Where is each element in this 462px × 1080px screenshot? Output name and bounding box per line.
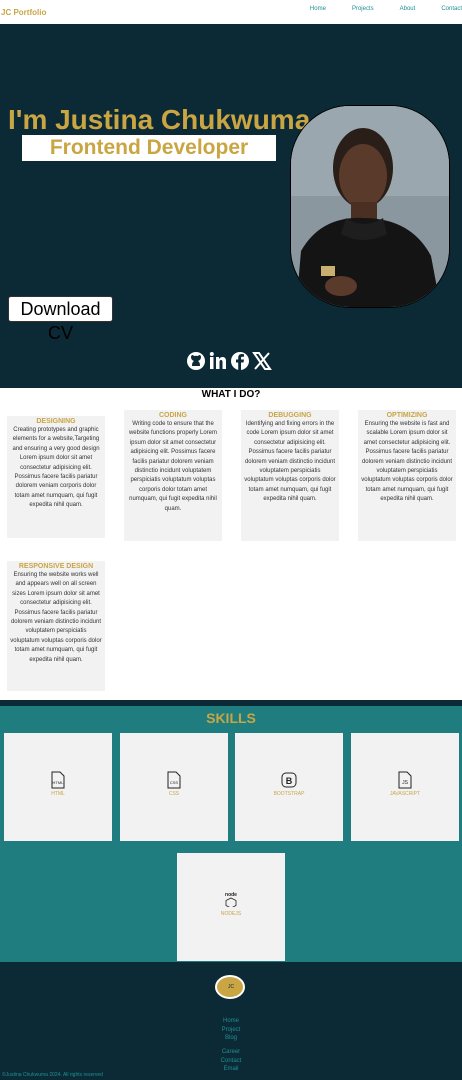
- service-card-title: OPTIMIZING: [386, 412, 428, 419]
- svg-text:node: node: [225, 892, 237, 898]
- facebook-icon[interactable]: [230, 351, 250, 371]
- service-card-title: DEBUGGING: [268, 412, 312, 419]
- footer-logo[interactable]: JC: [215, 975, 245, 999]
- nav-link-projects[interactable]: Projects: [352, 6, 374, 12]
- download-cv-button[interactable]: Download CV: [8, 296, 113, 343]
- services-heading: WHAT I DO?: [201, 389, 261, 400]
- social-links: [186, 351, 272, 371]
- brand-logo[interactable]: JC Portfolio: [1, 8, 46, 17]
- service-card-text: Creating prototypes and graphic elements…: [12, 427, 100, 509]
- svg-text:CSS: CSS: [170, 780, 179, 785]
- footer-links-primary: Home Project Blog: [0, 1017, 462, 1043]
- svg-text:B: B: [286, 776, 293, 786]
- js-file-icon: JS: [397, 771, 413, 789]
- service-card-debugging: DEBUGGING Identifying and fixing errors …: [241, 410, 339, 541]
- bootstrap-icon: B: [281, 771, 297, 789]
- x-icon[interactable]: [252, 351, 272, 371]
- service-card-coding: CODING Writing code to ensure that the w…: [124, 410, 222, 541]
- service-card-title: CODING: [159, 412, 187, 419]
- service-card-title: DESIGNING: [36, 418, 76, 425]
- service-card-title: RESPONSIVE DESIGN: [18, 563, 94, 570]
- skill-label: BOOTSTRAP: [273, 791, 305, 797]
- skills-heading: SKILLS: [206, 710, 256, 726]
- hero-section: I'm Justina Chukwuma Frontend Developer …: [0, 24, 462, 388]
- nav-link-home[interactable]: Home: [310, 6, 326, 12]
- nav-links: Home Projects About Contact: [310, 6, 462, 12]
- service-card-text: Writing code to ensure that the website …: [128, 421, 218, 512]
- service-card-text: Identifying and fixing errors in the cod…: [244, 421, 336, 503]
- footer-links-secondary: Career Contact Email: [0, 1048, 462, 1074]
- service-card-designing: DESIGNING Creating prototypes and graphi…: [7, 416, 105, 538]
- profile-photo: [290, 105, 450, 308]
- service-card-text: Ensuring the website works well and appe…: [10, 572, 102, 663]
- top-navbar: JC Portfolio Home Projects About Contact: [0, 0, 462, 24]
- svg-text:HTML: HTML: [53, 780, 65, 785]
- footer-link-contact[interactable]: Contact: [0, 1057, 462, 1066]
- svg-text:JS: JS: [402, 780, 409, 786]
- profile-photo-illustration: [291, 106, 449, 307]
- skill-card-javascript: JS JAVASCRIPT: [351, 733, 459, 841]
- hero-role: Frontend Developer: [22, 135, 276, 161]
- skill-label: NODEJS: [220, 911, 242, 917]
- footer-link-home[interactable]: Home: [0, 1017, 462, 1026]
- skill-card-bootstrap: B BOOTSTRAP: [235, 733, 343, 841]
- footer-logo-text: JC: [228, 984, 235, 990]
- nav-link-about[interactable]: About: [400, 6, 416, 12]
- service-card-text: Ensuring the website is fast and scalabl…: [361, 421, 453, 503]
- hero-name: I'm Justina Chukwuma: [8, 104, 311, 135]
- footer-link-blog[interactable]: Blog: [0, 1034, 462, 1043]
- skills-section: SKILLS HTML HTML CSS CSS B BOOTSTRAP JS …: [0, 700, 462, 962]
- github-icon[interactable]: [186, 351, 206, 371]
- css-file-icon: CSS: [166, 771, 182, 789]
- skill-label: HTML: [51, 791, 65, 797]
- html-file-icon: HTML: [50, 771, 66, 789]
- copyright-text: ©Justina Chukwuma 2024. All rights reser…: [2, 1072, 103, 1078]
- footer: JC Home Project Blog Career Contact Emai…: [0, 962, 462, 1080]
- linkedin-icon[interactable]: [208, 351, 228, 371]
- skill-card-nodejs: node NODEJS: [177, 853, 285, 961]
- skill-label: CSS: [168, 791, 180, 797]
- footer-link-project[interactable]: Project: [0, 1026, 462, 1035]
- service-card-optimizing: OPTIMIZING Ensuring the website is fast …: [358, 410, 456, 541]
- skill-card-html: HTML HTML: [4, 733, 112, 841]
- skill-card-css: CSS CSS: [120, 733, 228, 841]
- nodejs-icon: node: [223, 889, 239, 909]
- section-divider: [0, 700, 462, 706]
- skill-label: JAVASCRIPT: [389, 791, 421, 797]
- nav-link-contact[interactable]: Contact: [441, 6, 462, 12]
- footer-link-career[interactable]: Career: [0, 1048, 462, 1057]
- service-card-responsive-design: RESPONSIVE DESIGN Ensuring the website w…: [7, 561, 105, 691]
